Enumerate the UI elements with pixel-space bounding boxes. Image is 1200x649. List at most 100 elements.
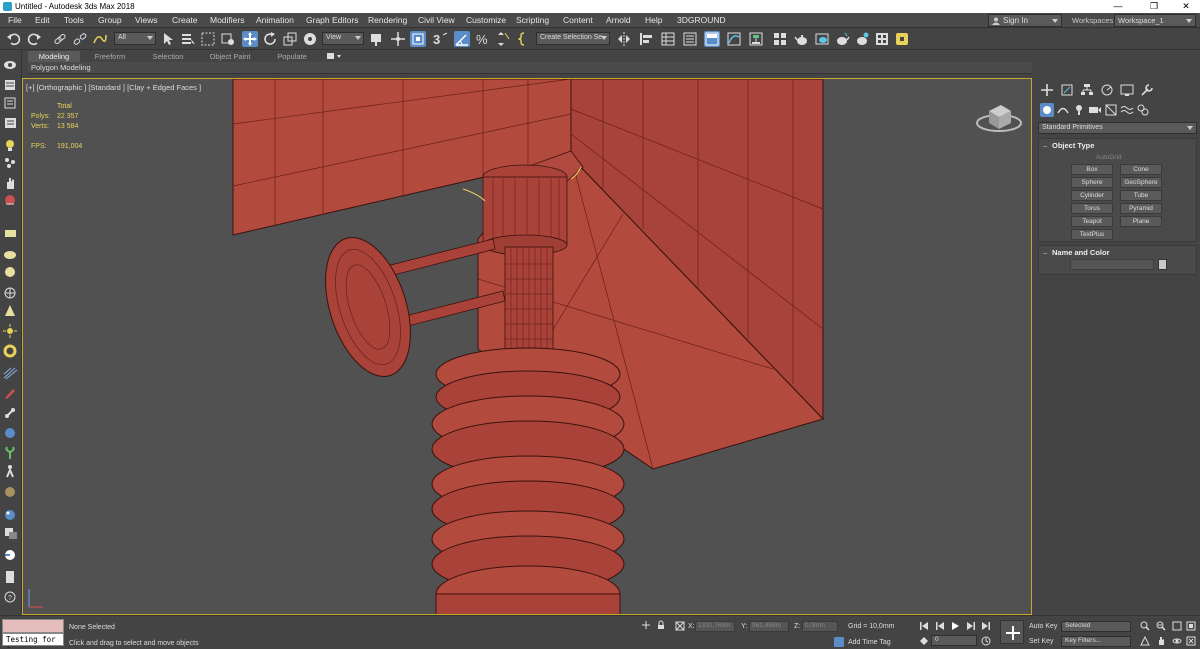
- menu-arnold[interactable]: Arnold: [606, 15, 631, 25]
- menu-modifiers[interactable]: Modifiers: [210, 15, 244, 25]
- cone-icon[interactable]: [3, 304, 18, 318]
- geometry-category-icon[interactable]: [1040, 103, 1054, 117]
- z-coordinate-field[interactable]: 0,0mm: [802, 621, 838, 632]
- menu-customize[interactable]: Customize: [466, 15, 506, 25]
- tab-selection[interactable]: Selection: [142, 51, 194, 62]
- name-and-color-title[interactable]: Name and Color: [1052, 248, 1110, 257]
- geosphere-button[interactable]: GeoSphere: [1120, 177, 1162, 188]
- create-panel-icon[interactable]: [1040, 83, 1054, 97]
- sphere-icon[interactable]: [3, 265, 18, 279]
- time-tag-icon[interactable]: [834, 637, 844, 647]
- object-color-swatch[interactable]: [1158, 259, 1167, 270]
- polygon-modeling-bar[interactable]: Polygon Modeling: [28, 62, 1032, 74]
- menu-content[interactable]: Content: [563, 15, 593, 25]
- plane-icon[interactable]: [3, 226, 18, 240]
- texture-icon[interactable]: [3, 526, 18, 540]
- tab-modeling[interactable]: Modeling: [28, 51, 80, 62]
- key-filters-button[interactable]: Key Filters...: [1061, 636, 1131, 647]
- render-production-button[interactable]: [834, 31, 850, 47]
- add-time-tag[interactable]: Add Time Tag: [848, 639, 891, 646]
- current-frame-field[interactable]: 0: [931, 635, 977, 646]
- set-key-label[interactable]: Set Key: [1029, 638, 1054, 645]
- toggle-ribbon-button[interactable]: [704, 31, 720, 47]
- key-mode-toggle-icon[interactable]: [919, 636, 929, 646]
- maxscript-listener-pink[interactable]: [2, 619, 64, 633]
- zoom-all-icon[interactable]: [1156, 621, 1166, 631]
- render-setup-button[interactable]: [794, 31, 810, 47]
- pan-icon[interactable]: [1156, 636, 1166, 646]
- auto-key-button[interactable]: Auto Key: [1029, 623, 1057, 630]
- menu-views[interactable]: Views: [135, 15, 158, 25]
- workspace-select[interactable]: Workspace_1: [1114, 14, 1196, 27]
- rendered-frame-window-button[interactable]: [814, 31, 830, 47]
- tube-button[interactable]: Tube: [1120, 190, 1162, 201]
- modify-icon[interactable]: [3, 116, 18, 130]
- object-type-title[interactable]: Object Type: [1052, 141, 1094, 150]
- a360-gallery-button[interactable]: [874, 31, 890, 47]
- cylinder-button[interactable]: Cylinder: [1071, 190, 1113, 201]
- time-configuration-icon[interactable]: [981, 636, 991, 646]
- menu-graph-editors[interactable]: Graph Editors: [306, 15, 358, 25]
- menu-file[interactable]: File: [8, 15, 22, 25]
- align-button[interactable]: [638, 31, 654, 47]
- manipulate-button[interactable]: [390, 31, 406, 47]
- field-of-view-icon[interactable]: [1140, 635, 1150, 646]
- menu-help[interactable]: Help: [645, 15, 662, 25]
- maximize-viewport-icon[interactable]: [1186, 636, 1196, 646]
- named-selection-dropdown[interactable]: Create Selection Se: [536, 32, 610, 45]
- foliage-icon[interactable]: [3, 446, 18, 460]
- edit-named-selection-button[interactable]: [517, 31, 534, 47]
- space-warps-category-icon[interactable]: [1120, 103, 1134, 117]
- menu-scripting[interactable]: Scripting: [516, 15, 549, 25]
- maximize-button[interactable]: ❐: [1140, 1, 1168, 12]
- plane-button[interactable]: Plane: [1120, 216, 1162, 227]
- previous-frame-icon[interactable]: [935, 621, 945, 631]
- geosphere-icon[interactable]: [3, 286, 18, 300]
- set-key-button[interactable]: [1000, 620, 1024, 644]
- primitive-category-dropdown[interactable]: Standard Primitives: [1038, 122, 1197, 134]
- next-frame-icon[interactable]: [966, 621, 976, 631]
- place-button[interactable]: [302, 31, 318, 47]
- utilities-panel-icon[interactable]: [1140, 83, 1154, 97]
- pyramid-button[interactable]: Pyramid: [1120, 203, 1162, 214]
- redo-button[interactable]: [26, 31, 42, 47]
- globe-icon[interactable]: [3, 426, 18, 440]
- viewcube[interactable]: [975, 97, 1023, 137]
- minimize-button[interactable]: —: [1104, 1, 1132, 12]
- tab-populate[interactable]: Populate: [266, 51, 318, 62]
- schematic-view-button[interactable]: [748, 31, 764, 47]
- particle-icon[interactable]: [3, 156, 18, 170]
- lights-category-icon[interactable]: [1072, 103, 1086, 117]
- shapes-category-icon[interactable]: [1056, 103, 1070, 117]
- pen-icon[interactable]: [3, 386, 18, 400]
- toggle-scene-explorer-button[interactable]: [660, 31, 676, 47]
- sun-icon[interactable]: [3, 324, 18, 338]
- isolate-selection-icon[interactable]: [641, 620, 651, 630]
- orbit-icon[interactable]: [1172, 636, 1182, 646]
- teapot-button[interactable]: Teapot: [1071, 216, 1113, 227]
- menu-tools[interactable]: Tools: [64, 15, 84, 25]
- render-icon[interactable]: [3, 548, 18, 562]
- key-mode-dropdown[interactable]: Selected: [1061, 621, 1131, 632]
- hand-icon[interactable]: [3, 176, 18, 190]
- keyboard-shortcut-override-button[interactable]: [410, 31, 426, 47]
- menu-group[interactable]: Group: [98, 15, 122, 25]
- play-icon[interactable]: [950, 621, 960, 631]
- character-icon[interactable]: [3, 464, 18, 478]
- pivot-point-button[interactable]: [368, 31, 384, 47]
- collapse-icon[interactable]: –: [1043, 248, 1047, 257]
- layer-icon[interactable]: [3, 78, 18, 92]
- helpers-category-icon[interactable]: [1104, 103, 1118, 117]
- collapse-icon[interactable]: –: [1043, 141, 1047, 150]
- maxscript-mini-listener[interactable]: Testing for :: [2, 633, 64, 649]
- sign-in-button[interactable]: Sign In: [988, 14, 1062, 27]
- autogrid-checkbox[interactable]: AutoGrid: [1096, 154, 1122, 161]
- window-crossing-button[interactable]: [220, 31, 236, 47]
- absolute-mode-icon[interactable]: [675, 621, 685, 631]
- menu-3dground[interactable]: 3DGROUND: [677, 15, 726, 25]
- menu-civil-view[interactable]: Civil View: [418, 15, 455, 25]
- object-name-input[interactable]: [1070, 259, 1154, 270]
- select-and-scale-button[interactable]: [282, 31, 298, 47]
- plugin-button[interactable]: [894, 31, 910, 47]
- document-icon[interactable]: [3, 570, 18, 584]
